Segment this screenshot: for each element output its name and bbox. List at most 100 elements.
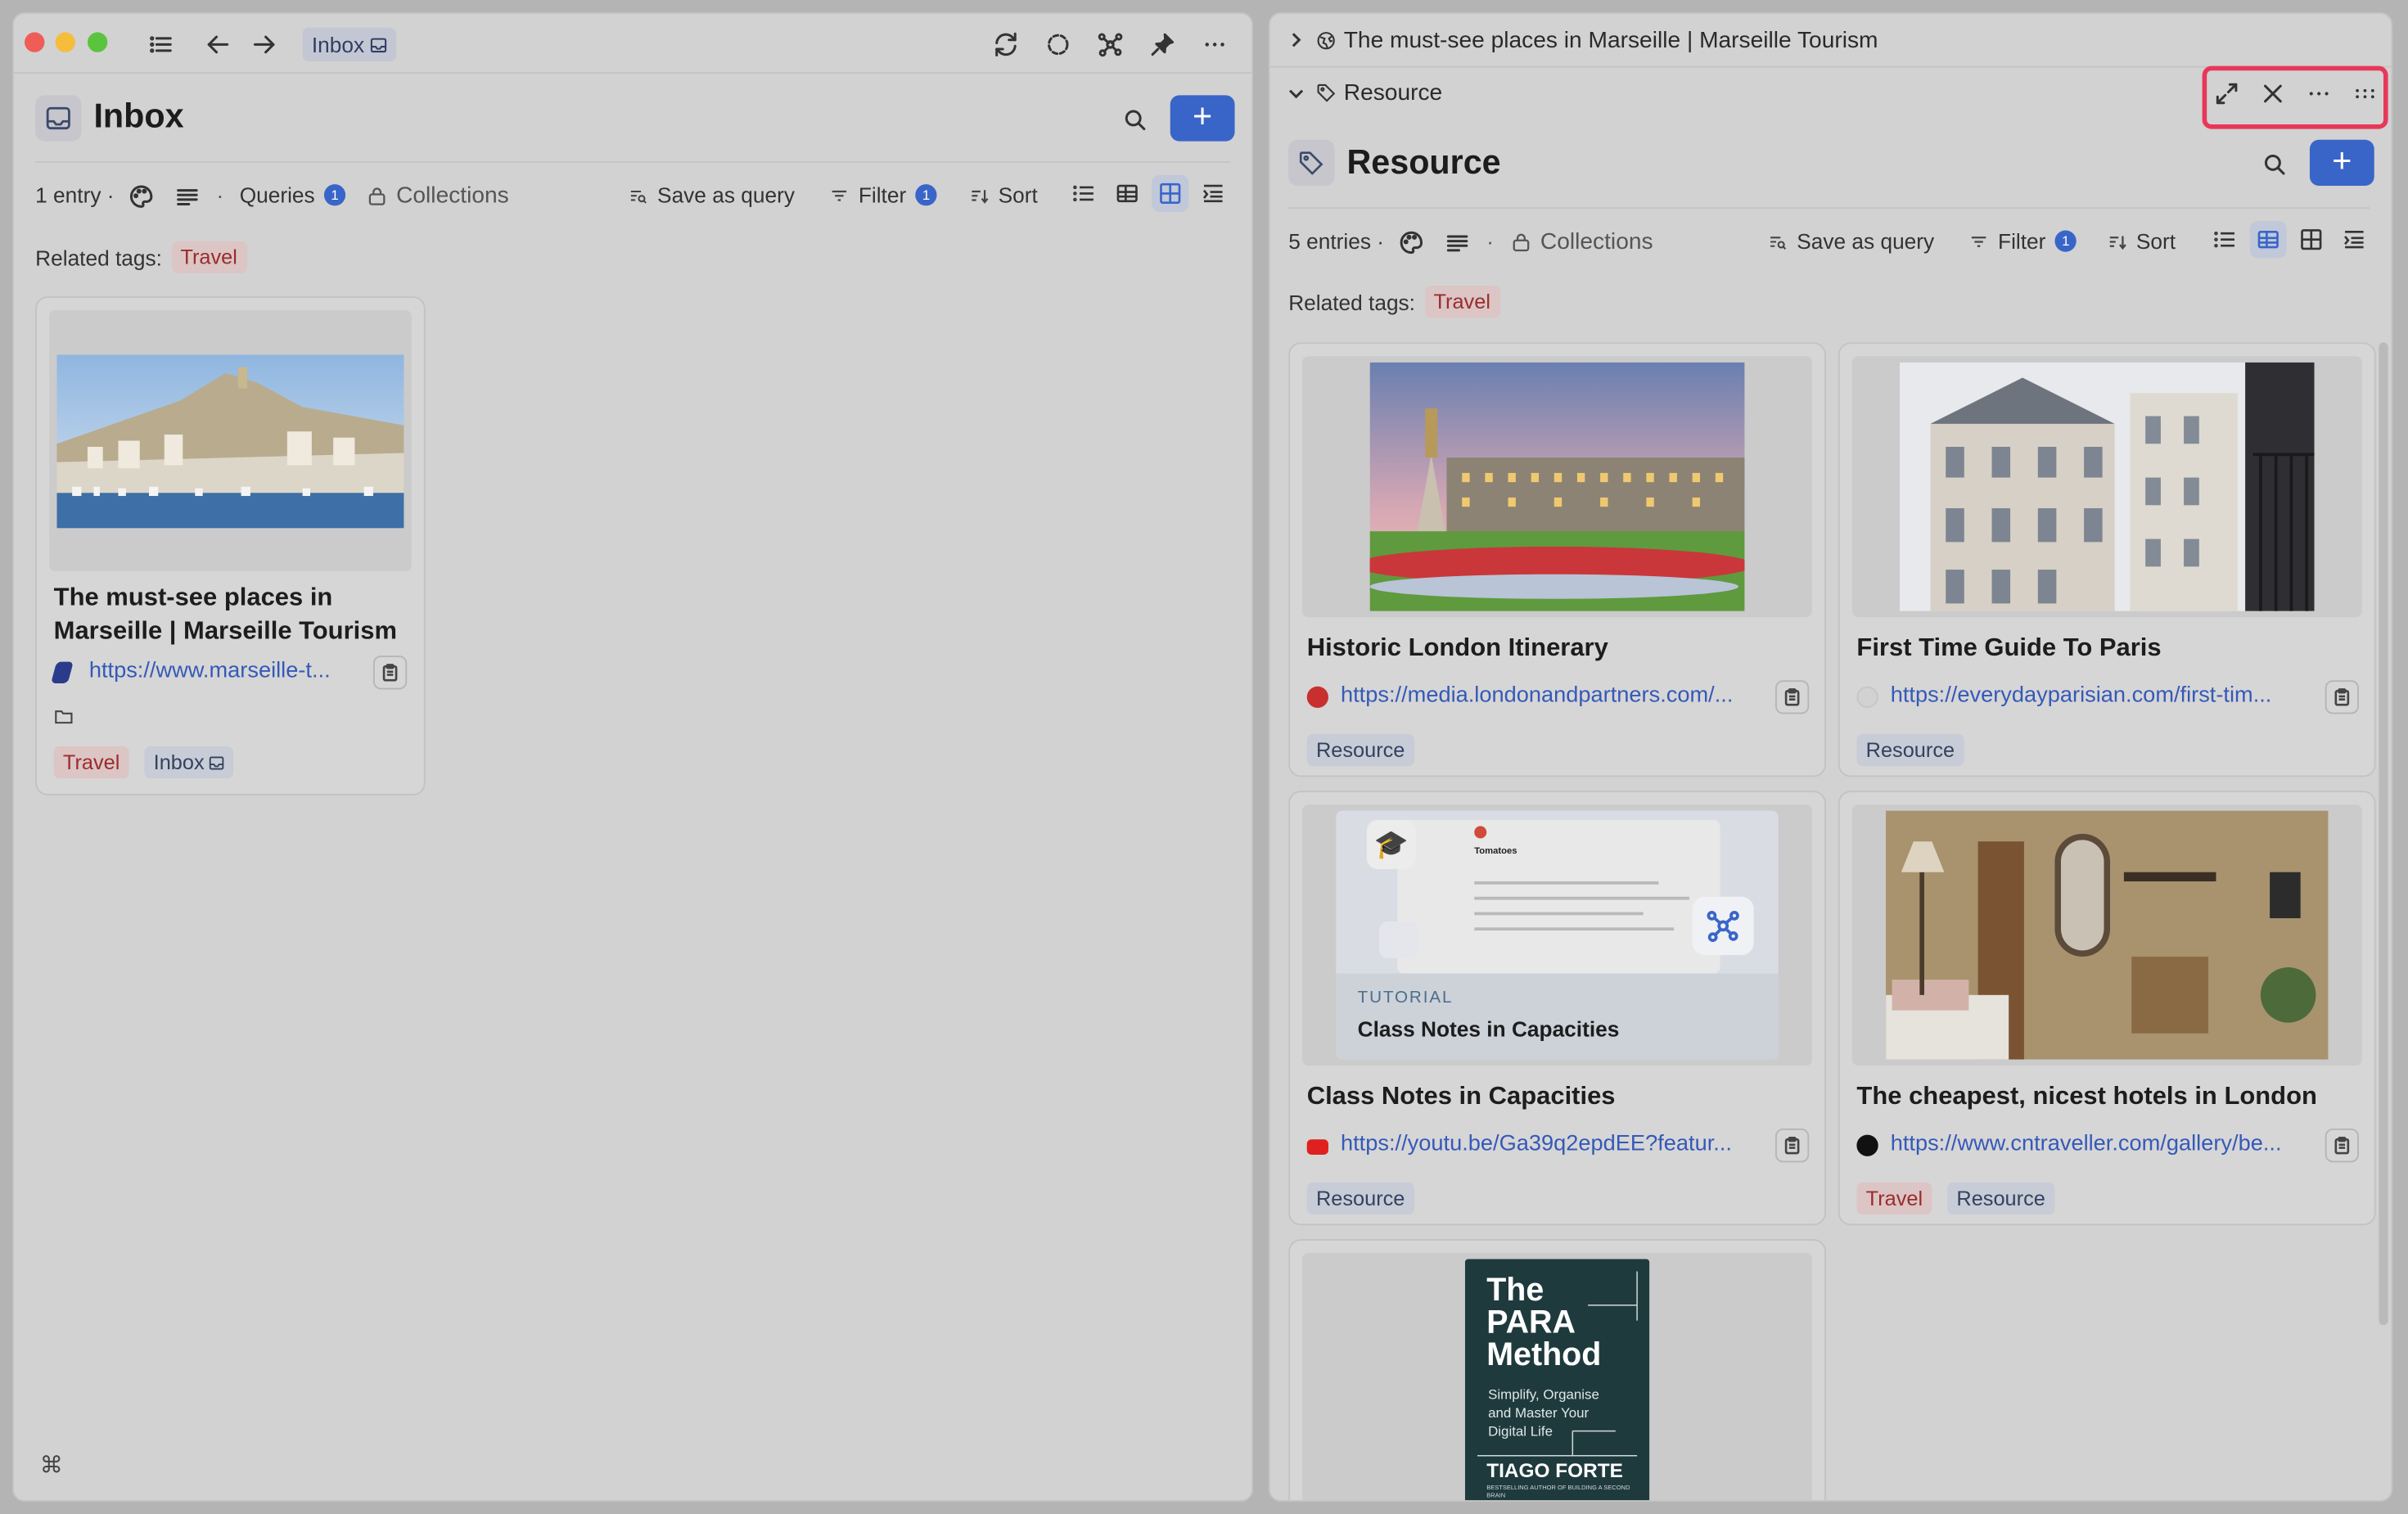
outline-view-button[interactable] xyxy=(2336,221,2373,258)
card-thumbnail: Tomatoes 🎓 TUTORIAL Class Notes in Capac… xyxy=(1302,804,1813,1066)
scrollbar[interactable] xyxy=(2379,342,2388,1326)
forward-arrow-icon[interactable] xyxy=(244,25,284,65)
card-title[interactable]: The cheapest, nicest hotels in London xyxy=(1856,1079,2317,1113)
chevron-down-icon[interactable] xyxy=(1287,84,1305,103)
queries-button[interactable]: Queries 1 xyxy=(240,182,346,207)
close-window-button[interactable] xyxy=(25,32,45,52)
table-view-button[interactable] xyxy=(2249,221,2287,259)
text-line xyxy=(1474,912,1644,916)
card-tag-travel[interactable]: Travel xyxy=(53,746,129,779)
list-view-button[interactable] xyxy=(2207,221,2243,258)
related-tag-travel[interactable]: Travel xyxy=(1424,285,1500,318)
card-tag-inbox[interactable]: Inbox xyxy=(144,746,234,779)
gallery-view-button[interactable] xyxy=(1152,174,1189,212)
copy-link-button[interactable] xyxy=(372,656,408,690)
related-tag-travel[interactable]: Travel xyxy=(171,241,247,273)
card-url-link[interactable]: https://everydayparisian.com/first-tim..… xyxy=(1891,683,2315,708)
card-tags: Resource xyxy=(1856,733,1964,767)
page-title: Inbox xyxy=(93,97,184,136)
drag-handle-icon[interactable] xyxy=(2345,74,2385,114)
collections-label: Collections xyxy=(1540,228,1653,255)
card-tag-resource[interactable]: Resource xyxy=(1306,733,1414,767)
search-icon[interactable] xyxy=(2254,144,2294,184)
table-view-button[interactable] xyxy=(1109,175,1146,212)
para-book-cover: The PARA Method Simplify, Organise and M… xyxy=(1464,1259,1650,1501)
add-entry-button[interactable]: + xyxy=(1170,95,1235,142)
tutorial-caption: TUTORIAL Class Notes in Capacities xyxy=(1336,973,1779,1060)
filter-label: Filter xyxy=(1998,228,2046,254)
card-url-link[interactable]: https://media.londonandpartners.com/... xyxy=(1341,683,1765,708)
outline-view-button[interactable] xyxy=(1195,175,1232,212)
minimize-window-button[interactable] xyxy=(55,32,75,52)
london-favicon xyxy=(1306,686,1328,708)
more-options-icon[interactable] xyxy=(1195,25,1235,65)
list-view-button[interactable] xyxy=(1066,175,1103,212)
entry-card[interactable]: First Time Guide To Paris https://everyd… xyxy=(1838,342,2376,777)
breadcrumb-chip[interactable]: Inbox xyxy=(302,27,397,62)
entry-count-group: 5 entries · xyxy=(1288,229,1384,254)
entry-card[interactable]: The PARA Method Simplify, Organise and M… xyxy=(1288,1239,1826,1501)
sort-button[interactable]: Sort xyxy=(2107,229,2176,254)
entry-card[interactable]: The must-see places in Marseille | Marse… xyxy=(35,296,426,795)
toolbar-separator-dot: · xyxy=(1486,228,1495,254)
card-tag-resource[interactable]: Resource xyxy=(1947,1182,2055,1215)
command-shortcut-icon[interactable]: ⌘ xyxy=(40,1451,63,1479)
search-icon[interactable] xyxy=(1115,100,1155,140)
pin-icon[interactable] xyxy=(1143,25,1183,65)
card-tags: Resource xyxy=(1306,733,1414,767)
card-tag-resource[interactable]: Resource xyxy=(1306,1182,1414,1215)
card-url-link[interactable]: https://youtu.be/Ga39q2epdEE?featur... xyxy=(1341,1132,1765,1156)
card-tags: Travel Inbox xyxy=(53,746,234,779)
close-panel-icon[interactable] xyxy=(2253,74,2293,114)
add-entry-button[interactable]: + xyxy=(2309,139,2374,187)
card-tags: Travel Resource xyxy=(1856,1182,2055,1215)
card-tag-travel[interactable]: Travel xyxy=(1856,1182,1932,1215)
collections-button[interactable]: Collections xyxy=(1511,229,1653,255)
copy-link-button[interactable] xyxy=(1774,680,1810,714)
collections-button[interactable]: Collections xyxy=(367,182,509,209)
filter-button[interactable]: Filter 1 xyxy=(829,182,937,207)
expand-icon[interactable] xyxy=(2207,74,2247,114)
entry-card[interactable]: Historic London Itinerary https://media.… xyxy=(1288,342,1826,777)
entry-count: 5 entries · xyxy=(1288,228,1384,254)
youtube-favicon xyxy=(1306,1139,1328,1155)
sync-icon[interactable] xyxy=(986,25,1026,65)
card-title[interactable]: Historic London Itinerary xyxy=(1307,631,1608,665)
breadcrumb-current[interactable]: Resource xyxy=(1344,80,1442,106)
card-url-link[interactable]: https://www.marseille-t... xyxy=(89,659,359,683)
sort-button[interactable]: Sort xyxy=(969,182,1038,207)
queries-label: Queries xyxy=(239,182,315,208)
entry-card[interactable]: Tomatoes 🎓 TUTORIAL Class Notes in Capac… xyxy=(1288,791,1826,1226)
text-lines-icon[interactable] xyxy=(1437,223,1477,263)
back-arrow-icon[interactable] xyxy=(198,25,238,65)
card-tag-resource[interactable]: Resource xyxy=(1856,733,1964,767)
card-url-link[interactable]: https://www.cntraveller.com/gallery/be..… xyxy=(1891,1132,2315,1156)
save-as-query-button[interactable]: Save as query xyxy=(628,182,795,207)
card-title[interactable]: First Time Guide To Paris xyxy=(1856,631,2161,665)
chevron-right-icon[interactable] xyxy=(1287,31,1305,50)
save-as-query-label: Save as query xyxy=(1797,228,1935,254)
tag-icon xyxy=(1317,83,1336,102)
more-options-icon[interactable] xyxy=(2299,74,2339,114)
copy-link-button[interactable] xyxy=(2325,680,2359,714)
palette-icon[interactable] xyxy=(1391,223,1432,263)
copy-link-button[interactable] xyxy=(1774,1129,1810,1163)
entry-card[interactable]: The cheapest, nicest hotels in London ht… xyxy=(1838,791,2376,1226)
related-tags: Related tags: Travel xyxy=(1288,285,1500,318)
save-as-query-button[interactable]: Save as query xyxy=(1768,228,1935,254)
card-title[interactable]: The must-see places in Marseille | Marse… xyxy=(54,580,410,648)
copy-link-button[interactable] xyxy=(2325,1129,2359,1163)
gallery-view-button[interactable] xyxy=(2293,221,2329,258)
palette-icon[interactable] xyxy=(121,177,161,217)
inbox-icon xyxy=(371,37,387,52)
save-query-icon xyxy=(630,190,647,203)
doc-title: Tomatoes xyxy=(1474,847,1517,857)
breadcrumb-parent[interactable]: The must-see places in Marseille | Marse… xyxy=(1344,28,1878,54)
card-title[interactable]: Class Notes in Capacities xyxy=(1307,1079,1616,1113)
circle-dashed-icon[interactable] xyxy=(1038,25,1078,65)
graph-icon[interactable] xyxy=(1090,25,1130,65)
text-lines-icon[interactable] xyxy=(168,177,208,217)
zoom-window-button[interactable] xyxy=(87,32,108,52)
sidebar-toggle-icon[interactable] xyxy=(142,25,182,65)
filter-button[interactable]: Filter 1 xyxy=(1968,229,2077,254)
